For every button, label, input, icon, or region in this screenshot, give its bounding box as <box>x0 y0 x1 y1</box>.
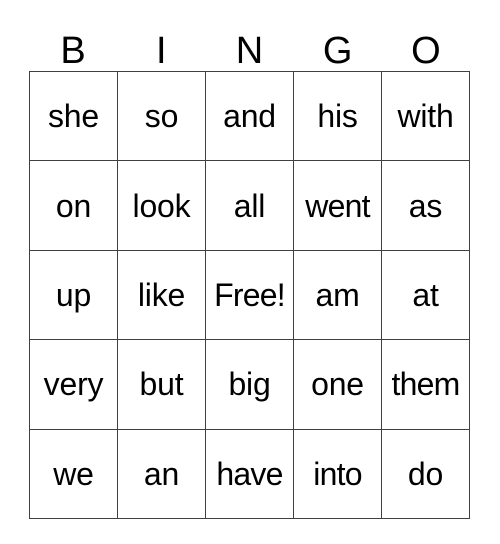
bingo-cell[interactable]: all <box>205 160 294 251</box>
bingo-cell-label: them <box>391 366 461 403</box>
bingo-cell-label: am <box>315 276 360 313</box>
bingo-cell[interactable]: at <box>381 249 470 341</box>
bingo-cell-label: we <box>53 455 94 492</box>
bingo-cell-label: like <box>137 276 186 313</box>
bingo-free-space-label: Free! <box>214 276 286 313</box>
bingo-cell[interactable]: his <box>293 70 382 162</box>
bingo-cell[interactable]: like <box>117 249 206 341</box>
bingo-cell[interactable]: very <box>29 339 118 430</box>
bingo-cell[interactable]: am <box>293 249 382 341</box>
bingo-cell-label: very <box>43 366 104 403</box>
bingo-cell[interactable]: up <box>29 249 118 341</box>
bingo-cell[interactable]: and <box>205 70 294 162</box>
bingo-row: up like Free! am at <box>29 249 470 341</box>
bingo-cell[interactable]: so <box>117 70 206 162</box>
bingo-header-letter-n: N <box>235 30 264 72</box>
bingo-cell[interactable]: an <box>117 428 206 519</box>
bingo-cell-label: and <box>223 98 276 135</box>
bingo-cell-label: his <box>317 98 358 135</box>
bingo-cell[interactable]: but <box>117 339 206 430</box>
bingo-cell[interactable]: them <box>381 339 470 430</box>
bingo-cell-label: big <box>228 366 271 403</box>
bingo-cell[interactable]: into <box>293 428 382 519</box>
bingo-cell-label: she <box>48 98 99 135</box>
bingo-row: we an have into do <box>29 428 470 519</box>
bingo-cell[interactable]: do <box>381 428 470 519</box>
bingo-cell-label: with <box>397 98 454 135</box>
bingo-cell[interactable]: went <box>293 160 382 251</box>
bingo-row: she so and his with <box>29 70 470 162</box>
bingo-header-letter-o: O <box>411 30 441 72</box>
bingo-cell[interactable]: look <box>117 160 206 251</box>
bingo-cell[interactable]: one <box>293 339 382 430</box>
bingo-cell[interactable]: with <box>381 70 470 162</box>
bingo-cell-label: went <box>305 187 370 224</box>
bingo-row: on look all went as <box>29 160 470 251</box>
bingo-cell-label: one <box>311 366 364 403</box>
bingo-cell[interactable]: have <box>205 428 294 519</box>
bingo-cell-label: an <box>143 455 180 492</box>
bingo-cell[interactable]: we <box>29 428 118 519</box>
bingo-free-space[interactable]: Free! <box>205 249 294 341</box>
bingo-cell[interactable]: as <box>381 160 470 251</box>
bingo-header-letter-g: G <box>322 30 353 72</box>
bingo-cell-label: into <box>313 455 362 492</box>
bingo-header-row: B I N G O <box>29 14 470 71</box>
bingo-cell-label: do <box>407 455 444 492</box>
bingo-cell-label: but <box>139 366 184 403</box>
bingo-row: very but big one them <box>29 339 470 430</box>
bingo-card: B I N G O she so and his with on look al… <box>29 14 470 519</box>
bingo-cell-label: as <box>408 187 443 224</box>
bingo-header-letter-b: B <box>60 30 86 72</box>
bingo-cell-label: so <box>144 98 179 135</box>
bingo-cell-label: look <box>132 187 191 224</box>
bingo-cell[interactable]: she <box>29 70 118 162</box>
bingo-cell-label: have <box>216 455 283 492</box>
bingo-cell-label: at <box>412 276 439 313</box>
bingo-header-letter-i: I <box>156 30 167 72</box>
bingo-cell[interactable]: big <box>205 339 294 430</box>
bingo-cell-label: all <box>233 187 266 224</box>
bingo-grid: she so and his with on look all went as … <box>29 70 470 519</box>
bingo-cell[interactable]: on <box>29 160 118 251</box>
bingo-cell-label: up <box>55 276 92 313</box>
bingo-cell-label: on <box>55 187 92 224</box>
